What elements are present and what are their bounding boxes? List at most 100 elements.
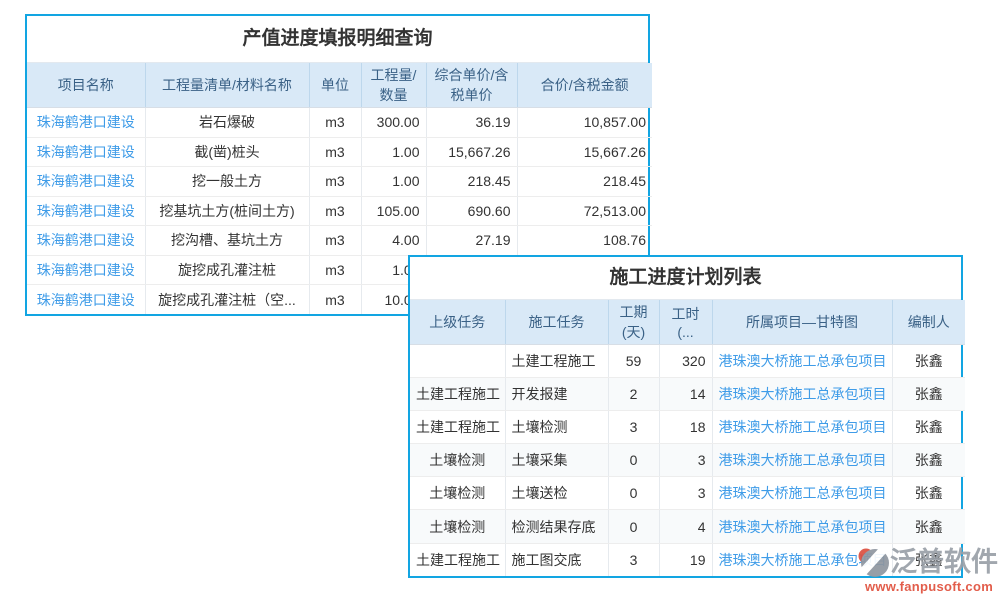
table-row: 土建工程施工土壤检测318港珠澳大桥施工总承包项目张鑫 [410,411,965,444]
work-hours-cell: 3 [659,444,712,477]
construction-schedule-table: 上级任务 施工任务 工期 (天) 工时 (... 所属项目—甘特图 编制人 土建… [410,300,965,576]
parent-task-cell: 土建工程施工 [410,378,505,411]
project-name-cell: 珠海鹤港口建设 [27,226,145,256]
fanpu-logo-icon [856,545,890,579]
work-hours-cell: 4 [659,510,712,543]
project-gantt-cell: 港珠澳大桥施工总承包项目 [712,510,892,543]
duration-days-cell: 0 [608,477,659,510]
column-header-total-amount: 合价/含税金额 [517,63,652,108]
duration-days-cell: 2 [608,378,659,411]
unit-cell: m3 [309,108,361,138]
unit-price-cell: 690.60 [426,196,517,226]
project-gantt-link[interactable]: 港珠澳大桥施工总承包项目 [719,386,887,402]
duration-days-cell: 59 [608,345,659,378]
column-header-duration-days: 工期 (天) [608,300,659,345]
project-link[interactable]: 珠海鹤港口建设 [37,292,135,308]
watermark-logo-row: 泛普软件 [856,545,1000,579]
output-progress-table-header: 项目名称 工程量清单/材料名称 单位 工程量/ 数量 综合单价/含 税单价 合价… [27,63,652,108]
unit-cell: m3 [309,255,361,285]
column-header-unit-price: 综合单价/含 税单价 [426,63,517,108]
construction-task-cell: 土建工程施工 [505,345,608,378]
project-link[interactable]: 珠海鹤港口建设 [37,173,135,189]
project-name-cell: 珠海鹤港口建设 [27,167,145,197]
author-cell: 张鑫 [892,477,965,510]
parent-task-cell: 土壤检测 [410,510,505,543]
project-gantt-link[interactable]: 港珠澳大桥施工总承包项目 [719,519,887,535]
duration-days-cell: 3 [608,543,659,576]
boq-item-cell: 岩石爆破 [145,108,309,138]
table-row: 土壤检测检测结果存底04 港珠澳大桥施工总承包项目张鑫 [410,510,965,543]
project-name-cell: 珠海鹤港口建设 [27,196,145,226]
header-row: 上级任务 施工任务 工期 (天) 工时 (... 所属项目—甘特图 编制人 [410,300,965,345]
work-hours-cell: 3 [659,477,712,510]
construction-schedule-title: 施工进度计划列表 [410,257,961,300]
project-gantt-link[interactable]: 港珠澳大桥施工总承包项目 [719,353,887,369]
column-header-work-hours: 工时 (... [659,300,712,345]
table-row: 珠海鹤港口建设挖一般土方m31.00218.45218.45 [27,167,652,197]
quantity-cell: 300.00 [361,108,426,138]
author-cell: 张鑫 [892,510,965,543]
project-link[interactable]: 珠海鹤港口建设 [37,144,135,160]
boq-item-cell: 挖一般土方 [145,167,309,197]
watermark-url: www.fanpusoft.com [856,580,1000,593]
column-header-project-name: 项目名称 [27,63,145,108]
construction-task-cell: 土壤采集 [505,444,608,477]
parent-task-cell: 土壤检测 [410,477,505,510]
author-cell: 张鑫 [892,378,965,411]
unit-cell: m3 [309,167,361,197]
quantity-cell: 4.00 [361,226,426,256]
quantity-cell: 1.00 [361,137,426,167]
work-hours-cell: 18 [659,411,712,444]
construction-task-cell: 开发报建 [505,378,608,411]
author-cell: 张鑫 [892,444,965,477]
construction-schedule-table-header: 上级任务 施工任务 工期 (天) 工时 (... 所属项目—甘特图 编制人 [410,300,965,345]
project-name-cell: 珠海鹤港口建设 [27,137,145,167]
project-link[interactable]: 珠海鹤港口建设 [37,232,135,248]
column-header-project-gantt: 所属项目—甘特图 [712,300,892,345]
table-row: 土壤检测土壤采集03港珠澳大桥施工总承包项目张鑫 [410,444,965,477]
project-gantt-cell: 港珠澳大桥施工总承包项目 [712,345,892,378]
project-gantt-link[interactable]: 港珠澳大桥施工总承包项目 [719,485,887,501]
work-hours-cell: 14 [659,378,712,411]
unit-cell: m3 [309,285,361,315]
parent-task-cell [410,345,505,378]
duration-days-cell: 3 [608,411,659,444]
column-header-construction-task: 施工任务 [505,300,608,345]
work-hours-cell: 320 [659,345,712,378]
boq-item-cell: 旋挖成孔灌注桩（空... [145,285,309,315]
project-gantt-link[interactable]: 港珠澳大桥施工总承包项目 [719,419,887,435]
project-link[interactable]: 珠海鹤港口建设 [37,203,135,219]
column-header-parent-task: 上级任务 [410,300,505,345]
column-header-quantity: 工程量/ 数量 [361,63,426,108]
construction-task-cell: 土壤检测 [505,411,608,444]
duration-days-cell: 0 [608,510,659,543]
construction-task-cell: 检测结果存底 [505,510,608,543]
table-row: 土建工程施工开发报建214 港珠澳大桥施工总承包项目张鑫 [410,378,965,411]
project-gantt-cell: 港珠澳大桥施工总承包项目 [712,444,892,477]
unit-price-cell: 218.45 [426,167,517,197]
boq-item-cell: 旋挖成孔灌注桩 [145,255,309,285]
unit-price-cell: 15,667.26 [426,137,517,167]
work-hours-cell: 19 [659,543,712,576]
project-gantt-cell: 港珠澳大桥施工总承包项目 [712,411,892,444]
column-header-author: 编制人 [892,300,965,345]
unit-cell: m3 [309,196,361,226]
total-amount-cell: 72,513.00 [517,196,652,226]
table-row: 珠海鹤港口建设挖沟槽、基坑土方m34.0027.19108.76 [27,226,652,256]
total-amount-cell: 218.45 [517,167,652,197]
column-header-boq-item: 工程量清单/材料名称 [145,63,309,108]
table-row: 珠海鹤港口建设岩石爆破m3300.0036.1910,857.00 [27,108,652,138]
total-amount-cell: 15,667.26 [517,137,652,167]
boq-item-cell: 挖基坑土方(桩间土方) [145,196,309,226]
project-name-cell: 珠海鹤港口建设 [27,255,145,285]
project-gantt-link[interactable]: 港珠澳大桥施工总承包项目 [719,452,887,468]
project-link[interactable]: 珠海鹤港口建设 [37,114,135,130]
project-link[interactable]: 珠海鹤港口建设 [37,262,135,278]
unit-cell: m3 [309,137,361,167]
total-amount-cell: 10,857.00 [517,108,652,138]
table-row: 珠海鹤港口建设挖基坑土方(桩间土方)m3105.00690.6072,513.0… [27,196,652,226]
unit-price-cell: 36.19 [426,108,517,138]
boq-item-cell: 挖沟槽、基坑土方 [145,226,309,256]
quantity-cell: 1.00 [361,167,426,197]
watermark-brand: 泛普软件 [890,549,998,576]
